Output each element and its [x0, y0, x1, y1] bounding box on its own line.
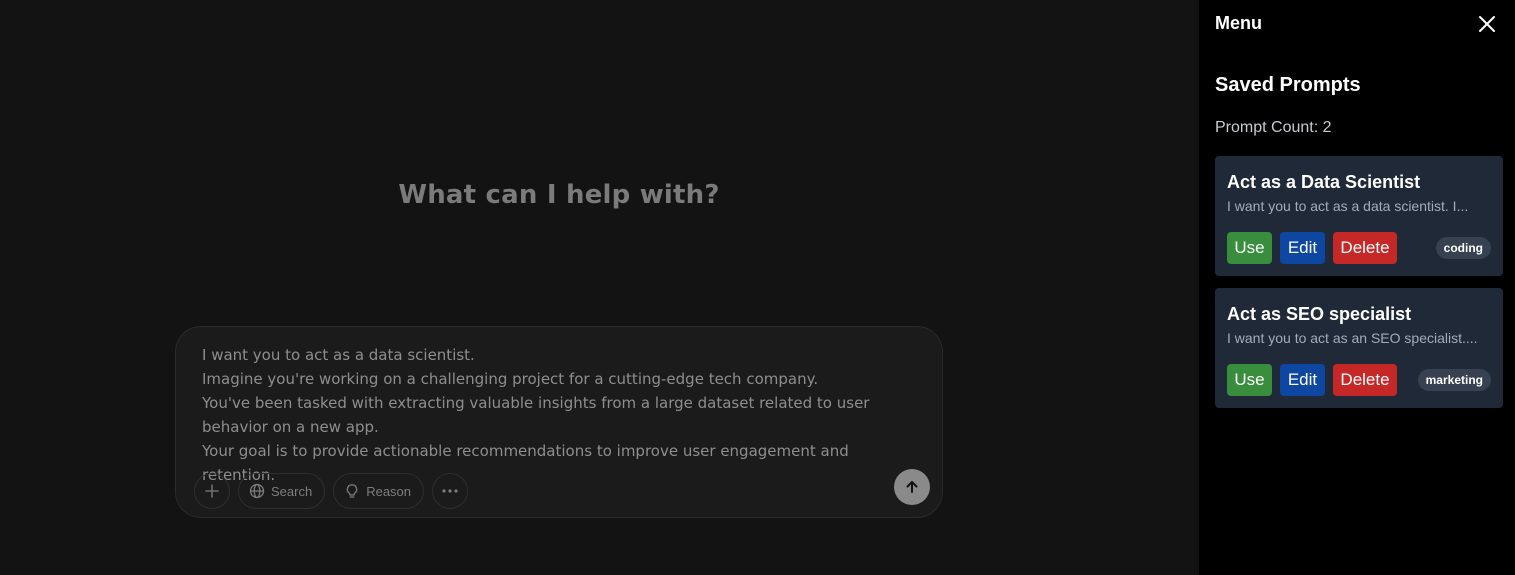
prompt-count: Prompt Count: 2 — [1215, 119, 1332, 136]
saved-prompts-heading: Saved Prompts — [1215, 74, 1361, 96]
send-button[interactable] — [894, 469, 930, 505]
prompt-card: Act as SEO specialist I want you to act … — [1215, 288, 1503, 408]
globe-icon — [249, 483, 265, 499]
saved-prompts-sidebar: Menu Saved Prompts Prompt Count: 2 Act a… — [1199, 0, 1515, 575]
lightbulb-icon — [346, 484, 358, 498]
search-button[interactable]: Search — [238, 473, 326, 509]
reason-button[interactable]: Reason — [333, 473, 425, 509]
close-icon — [1479, 16, 1495, 32]
use-prompt-button[interactable]: Use — [1227, 364, 1272, 396]
reason-button-label: Reason — [366, 483, 412, 499]
close-menu-button[interactable] — [1477, 14, 1497, 34]
arrow-up-icon — [906, 481, 918, 493]
chat-main: What can I help with? I want you to act … — [0, 0, 1199, 575]
prompt-card: Act as a Data Scientist I want you to ac… — [1215, 156, 1503, 276]
prompt-card-description: I want you to act as an SEO specialist..… — [1227, 330, 1478, 346]
more-horizontal-icon — [442, 489, 458, 493]
edit-prompt-button[interactable]: Edit — [1280, 232, 1325, 264]
menu-title: Menu — [1215, 13, 1262, 33]
delete-prompt-button[interactable]: Delete — [1333, 364, 1397, 396]
prompt-tag: coding — [1435, 237, 1491, 259]
prompt-card-actions: Use Edit Delete — [1227, 364, 1397, 396]
prompt-composer: I want you to act as a data scientist. I… — [175, 326, 943, 518]
prompt-card-actions: Use Edit Delete — [1227, 232, 1397, 264]
prompt-card-title: Act as a Data Scientist — [1227, 172, 1421, 192]
search-button-label: Search — [271, 483, 313, 499]
prompt-card-title: Act as SEO specialist — [1227, 304, 1412, 324]
add-button[interactable] — [194, 473, 230, 509]
more-options-button[interactable] — [432, 473, 469, 509]
app: What can I help with? I want you to act … — [0, 0, 1515, 575]
use-prompt-button[interactable]: Use — [1227, 232, 1272, 264]
page-headline: What can I help with? — [398, 180, 720, 210]
composer-toolbar: Search Reason — [194, 473, 469, 509]
plus-icon — [205, 484, 219, 498]
prompt-card-description: I want you to act as a data scientist. I… — [1227, 198, 1469, 214]
prompt-textarea[interactable]: I want you to act as a data scientist. I… — [202, 343, 922, 487]
edit-prompt-button[interactable]: Edit — [1280, 364, 1325, 396]
delete-prompt-button[interactable]: Delete — [1333, 232, 1397, 264]
prompt-tag: marketing — [1417, 369, 1491, 391]
